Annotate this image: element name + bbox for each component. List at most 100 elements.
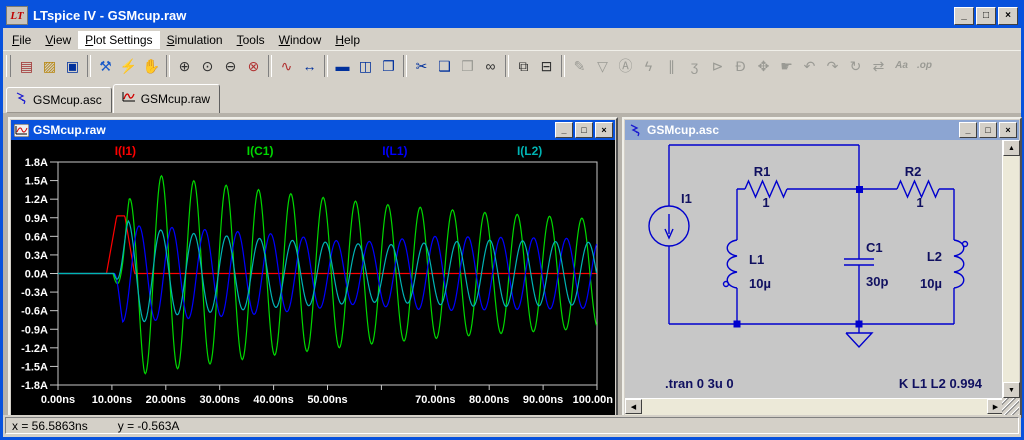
drag-button: ☛ <box>780 58 793 74</box>
resistor-R1-symbol[interactable] <box>737 179 859 199</box>
x-axis-label: 100.00n <box>573 394 614 406</box>
tab-gsmcup.raw[interactable]: GSMcup.raw <box>112 84 221 114</box>
place-inductor-button: ʒ <box>690 58 699 74</box>
menu-item-tools[interactable]: Tools <box>230 31 272 49</box>
component-ref[interactable]: L2 <box>927 249 942 264</box>
y-axis-label: 0.3A <box>25 250 48 262</box>
legend-I(L2): I(L2) <box>517 144 542 158</box>
menu-bar: File View Plot Settings Simulation Tools Wind… <box>3 29 1021 50</box>
place-resistor-button: ϟ <box>644 58 653 74</box>
tile-horizontally-button[interactable]: ▬ <box>331 55 354 78</box>
plot-settings-button[interactable]: ∿ <box>275 55 298 78</box>
undo-button: ↶ <box>803 58 816 74</box>
tran-directive[interactable]: .tran 0 3u 0 <box>665 376 734 391</box>
open-button[interactable]: ▨ <box>38 55 61 78</box>
scroll-left-button[interactable]: ◀ <box>625 399 642 414</box>
component-ref[interactable]: R2 <box>905 164 922 179</box>
waveform-window-title-bar[interactable]: GSMcup.raw _ □ × <box>11 120 615 140</box>
toolbar-separator <box>268 55 272 77</box>
tile-vertically-button[interactable]: ◫ <box>354 55 377 78</box>
cursor-y-readout: y = -0.563A <box>117 418 180 433</box>
minimize-button[interactable]: _ <box>954 6 974 25</box>
maximize-button[interactable]: □ <box>979 122 997 138</box>
close-button[interactable]: × <box>999 122 1017 138</box>
copy-button[interactable]: ❑ <box>433 55 456 78</box>
schematic-icon <box>627 123 643 137</box>
cascade-windows-button[interactable]: ❐ <box>377 55 400 78</box>
component-ref[interactable]: R1 <box>754 164 771 179</box>
run-button[interactable]: ⚡ <box>117 55 140 78</box>
inductor-L1-symbol[interactable] <box>726 239 738 324</box>
capacitor-C1-symbol[interactable] <box>844 189 874 324</box>
toolbar-separator <box>324 55 328 77</box>
scroll-up-button[interactable]: ▲ <box>1003 140 1020 156</box>
net-label-button: Ⓐ <box>618 58 633 74</box>
mirror-button: ⇄ <box>872 58 885 74</box>
legend-I(C1): I(C1) <box>247 144 274 158</box>
minimize-button[interactable]: _ <box>959 122 977 138</box>
component-ref[interactable]: I1 <box>681 191 692 206</box>
junction-node <box>733 320 741 328</box>
maximize-button[interactable]: □ <box>575 122 593 138</box>
component-value[interactable]: 1 <box>762 195 769 210</box>
y-axis-label: -0.3A <box>21 287 48 299</box>
status-panel: x = 56.5863ns y = -0.563A <box>5 417 1019 434</box>
schematic-icon <box>14 92 28 107</box>
waveform-window-title: GSMcup.raw <box>33 123 106 137</box>
toolbar-separator <box>505 55 509 77</box>
autorange-button[interactable]: ↔ <box>298 55 321 78</box>
halt-button: ✋ <box>142 58 161 74</box>
schematic-window-title-bar[interactable]: GSMcup.asc _ □ × <box>625 120 1019 140</box>
minimize-button[interactable]: _ <box>555 122 573 138</box>
find-button[interactable]: ∞ <box>479 55 502 78</box>
x-axis-label: 70.00ns <box>415 394 455 406</box>
component-value[interactable]: 1 <box>916 195 923 210</box>
zoom-in-button[interactable]: ⊕ <box>173 55 196 78</box>
horizontal-scrollbar[interactable]: ◀ ▶ <box>625 398 1004 415</box>
y-axis-label: 1.2A <box>25 194 48 206</box>
cut-button[interactable]: ✂ <box>410 55 433 78</box>
menu-item-help[interactable]: Help <box>328 31 367 49</box>
coupling-directive[interactable]: K L1 L2 0.994 <box>899 376 983 391</box>
window-controls: _ □ × <box>954 6 1018 25</box>
menu-item-simulation[interactable]: Simulation <box>160 31 230 49</box>
resize-grip[interactable] <box>1002 398 1019 415</box>
waveform-plot[interactable]: 1.8A 1.5A 1.2A 0.9A 0.6A 0.3A 0.0A -0.3A -0.6A -0… <box>11 140 615 415</box>
close-button[interactable]: × <box>595 122 613 138</box>
menu-item-view[interactable]: View <box>38 31 78 49</box>
menu-item-window[interactable]: Window <box>272 31 329 49</box>
menu-item-file[interactable]: File <box>5 31 38 49</box>
control-panel-button[interactable]: ⚒ <box>94 55 117 78</box>
scroll-down-button[interactable]: ▼ <box>1003 382 1020 398</box>
component-value[interactable]: 10µ <box>920 276 942 291</box>
inductor-L2-symbol[interactable] <box>953 239 965 324</box>
vertical-scrollbar[interactable]: ▲ ▼ <box>1002 140 1020 398</box>
draw-wire-button: ✎ <box>573 58 586 74</box>
y-axis-label: 1.5A <box>25 176 48 188</box>
component-value[interactable]: 10µ <box>749 276 771 291</box>
print-button[interactable]: ⊟ <box>535 55 558 78</box>
component-ref[interactable]: L1 <box>749 252 764 267</box>
print-preview-button[interactable]: ⧉ <box>512 55 535 78</box>
zoom-full-extents-button[interactable]: ⊗ <box>242 55 265 78</box>
y-axis-label: -0.9A <box>21 324 48 336</box>
close-button[interactable]: × <box>998 6 1018 25</box>
schematic-canvas[interactable]: I1 R1 1 L1 10µ C1 30p R2 1 L2 10µ .tran … <box>625 140 1004 398</box>
resistor-R2-symbol[interactable] <box>859 179 954 199</box>
zoom-out-button[interactable]: ⊖ <box>219 55 242 78</box>
maximize-button[interactable]: □ <box>976 6 996 25</box>
toolbar-separator <box>403 55 407 77</box>
new-schematic-button[interactable]: ▤ <box>15 55 38 78</box>
tab-gsmcup.asc[interactable]: GSMcup.asc <box>6 87 112 113</box>
toolbar-separator <box>166 55 170 77</box>
save-button[interactable]: ▣ <box>61 55 84 78</box>
toolbar-separator <box>87 55 91 77</box>
schematic-window-controls: _ □ × <box>959 122 1017 138</box>
menu-item-plot-settings[interactable]: Plot Settings <box>78 30 160 49</box>
component-value[interactable]: 30p <box>866 274 888 289</box>
l2-phase-dot <box>961 240 969 248</box>
component-ref[interactable]: C1 <box>866 240 883 255</box>
main-title-bar: LT LTspice IV - GSMcup.raw _ □ × <box>3 3 1021 28</box>
zoom-back-button[interactable]: ⊙ <box>196 55 219 78</box>
add-text-button: Aa <box>895 60 908 71</box>
